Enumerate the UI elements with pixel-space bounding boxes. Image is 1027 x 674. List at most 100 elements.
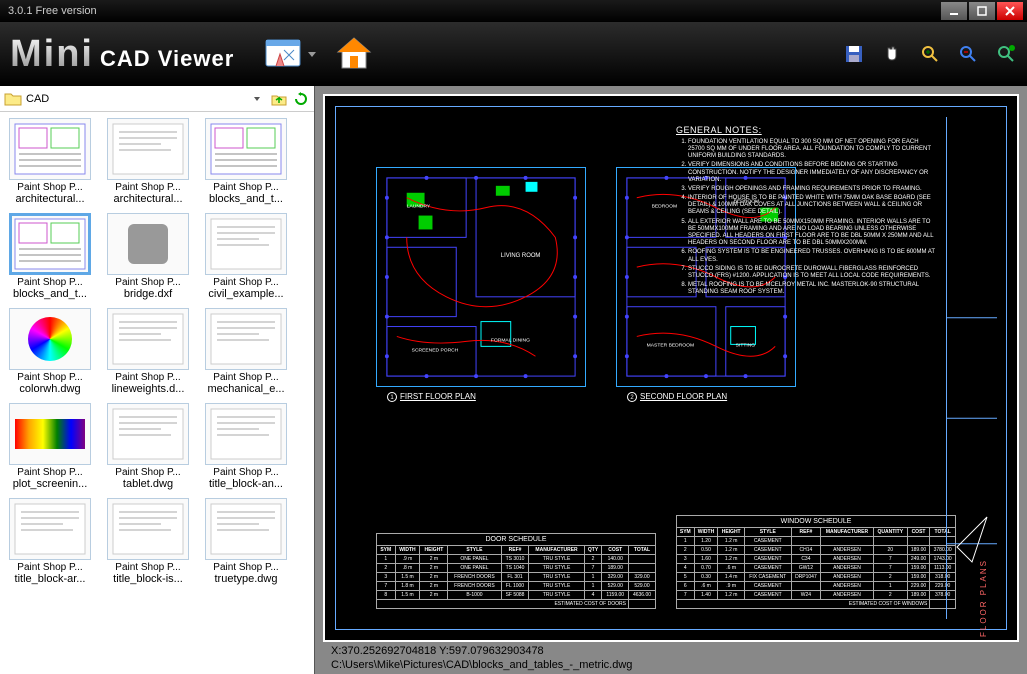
thumbnail-filename: blocks_and_t... xyxy=(205,193,287,205)
thumbnail-item[interactable]: Paint Shop P...tablet.dwg xyxy=(104,403,192,490)
note-item: ALL EXTERIOR WALL ARE TO BE 50MMX150MM F… xyxy=(688,219,936,248)
thumbnail-item[interactable]: Paint Shop P...civil_example... xyxy=(202,213,290,300)
note-item: INTERIOR OF HOUSE IS TO BE PAINTED WHITE… xyxy=(688,195,936,217)
minimize-button[interactable] xyxy=(941,2,967,20)
file-browser-panel: CAD Paint Shop P...architectural...Paint… xyxy=(0,86,315,674)
thumbnail-preview xyxy=(107,498,189,560)
home-button[interactable] xyxy=(334,34,374,74)
thumbnail-filename: tablet.dwg xyxy=(107,478,189,490)
thumbnail-item[interactable]: Paint Shop P...title_block-is... xyxy=(104,498,192,585)
thumbnails-area[interactable]: Paint Shop P...architectural...Paint Sho… xyxy=(0,112,314,674)
breadcrumb: CAD xyxy=(0,86,314,112)
breadcrumb-dropdown-button[interactable] xyxy=(248,90,266,108)
app-logo: Mini CAD Viewer xyxy=(10,33,234,76)
thumbnail-filename: architectural... xyxy=(9,193,91,205)
thumbnail-filename: mechanical_e... xyxy=(205,383,287,395)
thumbnail-preview xyxy=(9,498,91,560)
folder-icon xyxy=(4,91,22,107)
up-folder-button[interactable] xyxy=(270,90,288,108)
canvas-frame: LAUNDRY LIVING ROOM SCREENED PORCH FORMA… xyxy=(323,94,1019,642)
thumbnail-filename: title_block-an... xyxy=(205,478,287,490)
open-file-button[interactable] xyxy=(264,34,304,74)
open-dropdown-icon[interactable] xyxy=(308,52,316,57)
thumbnail-item[interactable]: Paint Shop P...lineweights.d... xyxy=(104,308,192,395)
drawing-canvas[interactable]: LAUNDRY LIVING ROOM SCREENED PORCH FORMA… xyxy=(325,96,1017,640)
window-controls xyxy=(941,2,1023,20)
zoom-extents-button[interactable] xyxy=(995,43,1017,65)
pan-button[interactable] xyxy=(881,43,903,65)
thumbnail-item[interactable]: Paint Shop P...title_block-ar... xyxy=(6,498,94,585)
title-block: FLOOR PLANS xyxy=(946,117,996,619)
thumbnail-type: Paint Shop P... xyxy=(205,372,287,383)
thumbnail-type: Paint Shop P... xyxy=(9,277,91,288)
thumbnail-item[interactable]: Paint Shop P...bridge.dxf xyxy=(104,213,192,300)
thumbnail-type: Paint Shop P... xyxy=(107,467,189,478)
save-button[interactable] xyxy=(843,43,865,65)
folder-path: CAD xyxy=(26,93,244,105)
note-item: FOUNDATION VENTILATION EQUAL TO 300 SQ M… xyxy=(688,139,936,161)
drawing-border: LAUNDRY LIVING ROOM SCREENED PORCH FORMA… xyxy=(335,106,1007,630)
note-item: METAL ROOFING IS TO BE MCELROY METAL INC… xyxy=(688,282,936,296)
svg-text:LAUNDRY: LAUNDRY xyxy=(407,204,431,210)
file-path: C:\Users\Mike\Pictures\CAD\blocks_and_ta… xyxy=(331,658,1011,672)
thumbnail-item[interactable]: Paint Shop P...plot_screenin... xyxy=(6,403,94,490)
zoom-in-button[interactable] xyxy=(919,43,941,65)
thumbnail-filename: plot_screenin... xyxy=(9,478,91,490)
note-item: ROOFING SYSTEM IS TO BE ENGINEERED TRUSS… xyxy=(688,249,936,263)
thumbnail-preview xyxy=(9,403,91,465)
thumbnail-filename: civil_example... xyxy=(205,288,287,300)
door-schedule-table: DOOR SCHEDULE SYMWIDTHHEIGHTSTYLEREF#MAN… xyxy=(376,533,656,609)
thumbnail-type: Paint Shop P... xyxy=(107,182,189,193)
note-item: VERIFY ROUGH OPENINGS AND FRAMING REQUIR… xyxy=(688,186,936,193)
first-floor-plan: LAUNDRY LIVING ROOM SCREENED PORCH FORMA… xyxy=(376,167,586,387)
thumbnail-type: Paint Shop P... xyxy=(205,467,287,478)
sheet-title: FLOOR PLANS xyxy=(979,559,988,637)
refresh-button[interactable] xyxy=(292,90,310,108)
general-notes: GENERAL NOTES: FOUNDATION VENTILATION EQ… xyxy=(676,125,936,299)
svg-text:SCREENED PORCH: SCREENED PORCH xyxy=(412,347,459,353)
thumbnail-filename: colorwh.dwg xyxy=(9,383,91,395)
thumbnail-item[interactable]: Paint Shop P...mechanical_e... xyxy=(202,308,290,395)
status-bar: X:370.252692704818 Y:597.079632903478 C:… xyxy=(323,642,1019,674)
titlebar: 3.0.1 Free version xyxy=(0,0,1027,22)
thumbnail-filename: title_block-ar... xyxy=(9,573,91,585)
svg-text:LIVING ROOM: LIVING ROOM xyxy=(501,253,541,259)
thumbnail-item[interactable]: Paint Shop P...title_block-an... xyxy=(202,403,290,490)
thumbnail-type: Paint Shop P... xyxy=(107,277,189,288)
thumbnail-filename: title_block-is... xyxy=(107,573,189,585)
note-item: STUCCO SIDING IS TO BE DUROCRETE DUROWAL… xyxy=(688,266,936,280)
svg-text:MASTER BEDROOM: MASTER BEDROOM xyxy=(647,342,694,348)
thumbnail-item[interactable]: Paint Shop P...architectural... xyxy=(104,118,192,205)
maximize-button[interactable] xyxy=(969,2,995,20)
note-item: VERIFY DIMENSIONS AND CONDITIONS BEFORE … xyxy=(688,162,936,184)
thumbnail-filename: bridge.dxf xyxy=(107,288,189,300)
drawing-viewer: LAUNDRY LIVING ROOM SCREENED PORCH FORMA… xyxy=(315,86,1027,674)
thumbnail-preview xyxy=(9,308,91,370)
thumbnail-type: Paint Shop P... xyxy=(205,182,287,193)
brand-name: Mini xyxy=(10,33,94,76)
thumbnail-preview xyxy=(107,308,189,370)
thumbnail-type: Paint Shop P... xyxy=(107,562,189,573)
thumbnail-type: Paint Shop P... xyxy=(9,562,91,573)
thumbnail-filename: lineweights.d... xyxy=(107,383,189,395)
second-floor-label: 2SECOND FLOOR PLAN xyxy=(627,392,727,402)
zoom-out-button[interactable] xyxy=(957,43,979,65)
thumbnail-filename: architectural... xyxy=(107,193,189,205)
thumbnail-item[interactable]: Paint Shop P...truetype.dwg xyxy=(202,498,290,585)
thumbnail-item[interactable]: Paint Shop P...blocks_and_t... xyxy=(6,213,94,300)
thumbnail-type: Paint Shop P... xyxy=(9,372,91,383)
thumbnail-preview xyxy=(205,403,287,465)
thumbnail-filename: truetype.dwg xyxy=(205,573,287,585)
toolbar: Mini CAD Viewer xyxy=(0,22,1027,86)
thumbnail-item[interactable]: Paint Shop P...colorwh.dwg xyxy=(6,308,94,395)
thumbnail-preview xyxy=(205,498,287,560)
close-button[interactable] xyxy=(997,2,1023,20)
thumbnail-type: Paint Shop P... xyxy=(9,182,91,193)
thumbnail-filename: blocks_and_t... xyxy=(9,288,91,300)
thumbnail-item[interactable]: Paint Shop P...blocks_and_t... xyxy=(202,118,290,205)
thumbnail-preview xyxy=(9,213,91,275)
svg-text:BEDROOM: BEDROOM xyxy=(652,204,677,210)
thumbnail-type: Paint Shop P... xyxy=(205,562,287,573)
window-schedule-table: WINDOW SCHEDULE SYMWIDTHHEIGHTSTYLEREF#M… xyxy=(676,515,956,609)
thumbnail-item[interactable]: Paint Shop P...architectural... xyxy=(6,118,94,205)
